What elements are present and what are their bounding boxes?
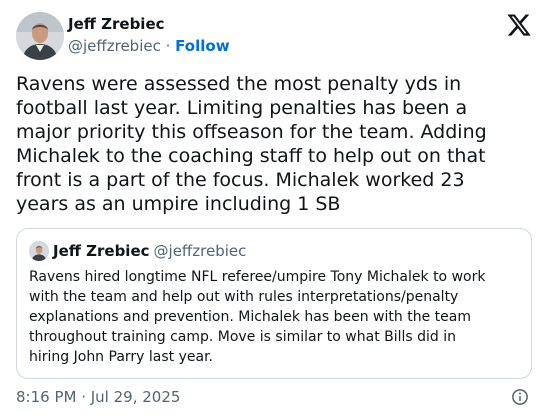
quoted-avatar [29,241,49,261]
info-icon[interactable] [511,388,529,406]
avatar-photo [16,12,64,60]
quoted-author-row: Jeff Zrebiec @jeffzrebiec [53,241,246,261]
quoted-author-name: Jeff Zrebiec [53,242,150,260]
x-logo-icon[interactable] [506,12,532,38]
quoted-author-handle: @jeffzrebiec [153,242,247,260]
quoted-tweet[interactable]: Jeff Zrebiec @jeffzrebiec Ravens hired lo… [16,228,532,379]
separator-dot: · [160,37,176,55]
x-logo-glyph [507,14,531,36]
quoted-tweet-text: Ravens hired longtime NFL referee/umpire… [29,269,486,365]
tweet-text: Ravens were assessed the most penalty yd… [16,73,487,215]
avatar[interactable] [16,12,64,60]
author-handle-row: @jeffzrebiec · Follow [68,36,230,56]
embedded-tweet-card: Jeff Zrebiec @jeffzrebiec · Follow Raven… [0,0,548,416]
tweet-timestamp[interactable]: 8:16 PM · Jul 29, 2025 [16,387,180,407]
follow-button[interactable]: Follow [175,37,229,55]
author-handle[interactable]: @jeffzrebiec [68,37,161,55]
quoted-avatar-photo [29,241,49,261]
info-circle-glyph [512,389,528,405]
author-name[interactable]: Jeff Zrebiec [68,14,165,34]
